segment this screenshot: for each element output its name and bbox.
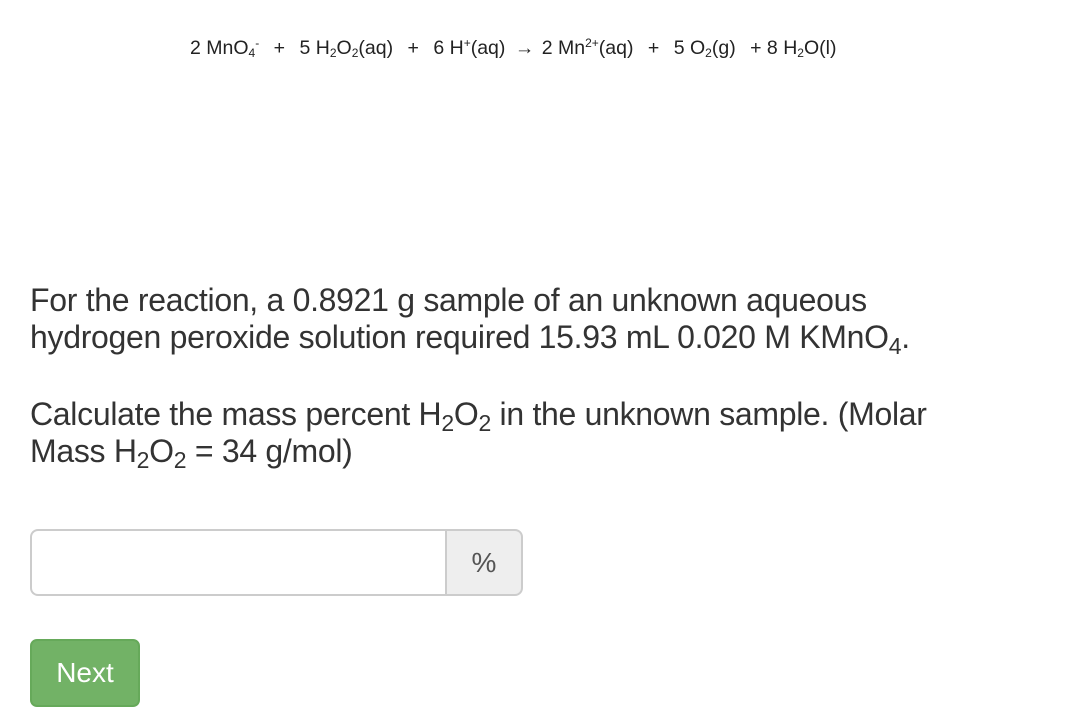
question-line: Mass H2O2 = 34 g/mol) bbox=[30, 433, 353, 473]
chemical-equation: 2 MnO4- + 5 H2O2(aq) + 6 H+(aq) → 2 Mn2+… bbox=[190, 37, 836, 60]
plus-sign: + bbox=[273, 37, 286, 59]
product-water: + 8 H2O(l) bbox=[750, 37, 837, 60]
question-line: hydrogen peroxide solution required 15.9… bbox=[30, 319, 910, 359]
answer-input[interactable] bbox=[30, 529, 445, 596]
reactant-hydrogen-ion: 6 H+(aq) bbox=[433, 36, 506, 59]
plus-sign: + bbox=[647, 37, 660, 59]
reaction-arrow-icon: → bbox=[514, 37, 535, 59]
product-oxygen: 5 O2(g) bbox=[673, 37, 736, 60]
question-line: Calculate the mass percent H2O2 in the u… bbox=[30, 396, 927, 436]
reactant-permanganate: 2 MnO4- bbox=[190, 36, 260, 60]
question-line: For the reaction, a 0.8921 g sample of a… bbox=[30, 282, 867, 318]
reactant-hydrogen-peroxide: 5 H2O2(aq) bbox=[299, 37, 394, 60]
question-paragraph-reaction: For the reaction, a 0.8921 g sample of a… bbox=[30, 282, 1070, 359]
answer-input-group: % bbox=[30, 529, 523, 596]
next-button[interactable]: Next bbox=[30, 639, 140, 707]
product-manganese-ion: 2 Mn2+(aq) bbox=[541, 36, 634, 59]
percent-unit-addon: % bbox=[445, 529, 523, 596]
question-paragraph-prompt: Calculate the mass percent H2O2 in the u… bbox=[30, 396, 1070, 473]
plus-sign: + bbox=[407, 37, 419, 59]
